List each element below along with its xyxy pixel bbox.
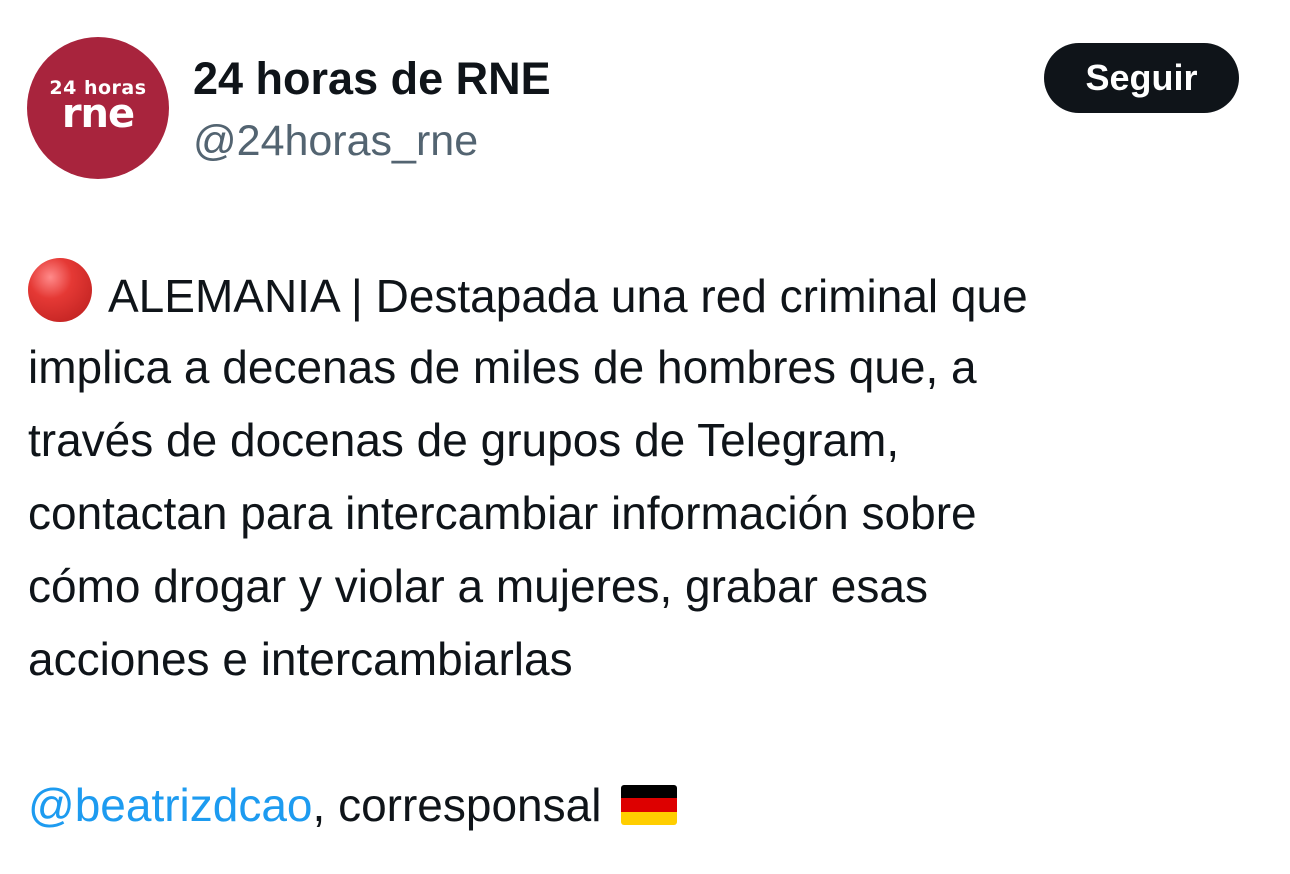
tweet-spacer: [28, 696, 1268, 769]
tweet-text: ALEMANIA | Destapada una red criminal qu…: [28, 258, 1268, 842]
tweet-line-2: implica a decenas de miles de hombres qu…: [28, 341, 977, 393]
avatar-logo-bottom: rne: [61, 91, 135, 137]
germany-flag-icon: [621, 785, 678, 825]
tweet-line-3: través de docenas de grupos de Telegram,: [28, 414, 900, 466]
tweet-line-4: contactan para intercambiar información …: [28, 487, 977, 539]
tweet-line-1: ALEMANIA | Destapada una red criminal qu…: [28, 258, 1268, 331]
mention-suffix: , corresponsal: [312, 779, 602, 831]
follow-button[interactable]: Seguir: [1044, 43, 1239, 113]
tweet-line-text: ALEMANIA | Destapada una red criminal qu…: [108, 270, 1028, 322]
tweet-line-5: cómo drogar y violar a mujeres, grabar e…: [28, 560, 928, 612]
tweet-line-6: acciones e intercambiarlas: [28, 633, 573, 685]
mention-link[interactable]: @beatrizdcao: [28, 779, 313, 831]
user-handle[interactable]: @24horas_rne: [193, 114, 478, 168]
display-name[interactable]: 24 horas de RNE: [193, 52, 551, 106]
tweet-mention-line: @beatrizdcao, corresponsal: [28, 769, 1268, 842]
red-circle-icon: [28, 258, 92, 322]
avatar[interactable]: 24 horas rne: [27, 37, 169, 179]
